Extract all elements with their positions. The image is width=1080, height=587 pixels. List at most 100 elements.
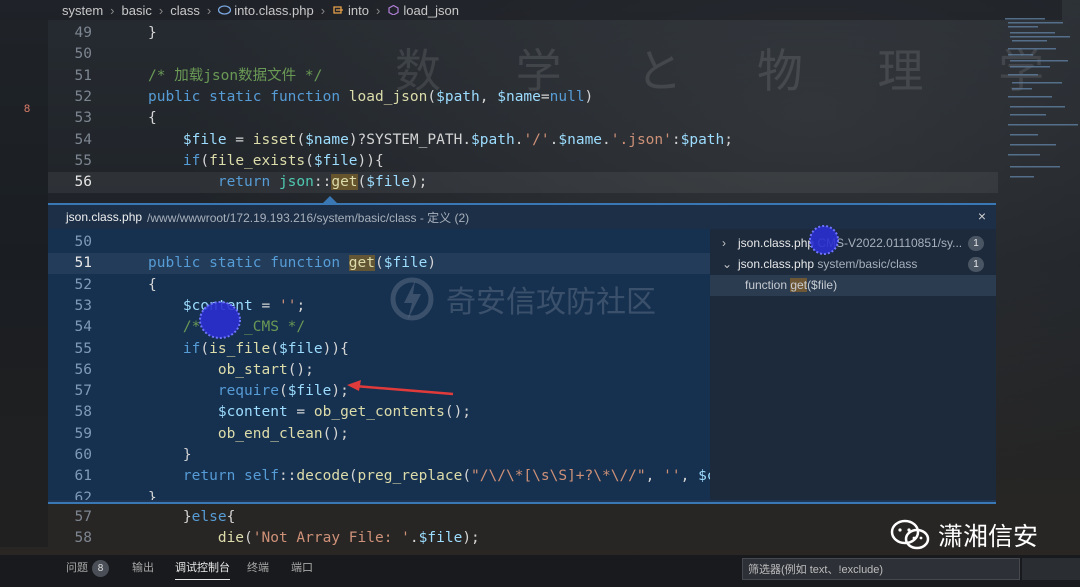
code-text: $file = isset($name)?SYSTEM_PATH.$path.'… — [148, 130, 733, 151]
code-line[interactable]: 54 /* _CMS */ — [48, 317, 710, 338]
code-line[interactable]: 56 return json::get($file); — [48, 172, 998, 194]
reference-file-1[interactable]: › json.class.php CMS-V2022.01110851/sy..… — [710, 233, 996, 254]
peek-filename[interactable]: json.class.php — [66, 210, 142, 224]
chevron-right-icon: › — [110, 2, 115, 18]
code-line[interactable]: 53 { — [48, 108, 998, 129]
code-token: , — [680, 468, 699, 485]
code-token: ( — [375, 255, 384, 272]
code-token: :: — [313, 174, 332, 191]
line-number: 52 — [74, 276, 92, 293]
redaction-blob — [809, 225, 839, 255]
code-token: isset — [252, 131, 297, 148]
breadcrumb-basic[interactable]: basic — [122, 3, 152, 18]
code-token: { — [148, 110, 157, 127]
code-token: = — [540, 88, 550, 105]
code-line[interactable]: 61 return self::decode(preg_replace("/\/… — [48, 466, 710, 487]
reference-line-selected[interactable]: function get($file) — [710, 275, 996, 296]
code-token: , — [645, 468, 664, 485]
breadcrumb-class[interactable]: class — [170, 3, 200, 18]
wechat-icon — [890, 519, 930, 550]
code-text: { — [148, 108, 157, 129]
code-token: , — [479, 88, 498, 105]
code-line[interactable]: 58 $content = ob_get_contents(); — [48, 402, 710, 423]
code-token: '/' — [523, 131, 550, 148]
code-text: ob_end_clean(); — [148, 424, 349, 445]
code-token: . — [602, 131, 611, 148]
code-token: $file — [383, 255, 428, 272]
code-token: $name — [558, 131, 603, 148]
code-line[interactable]: 50 — [48, 232, 710, 253]
tab-ports[interactable]: 端口 — [291, 555, 313, 585]
code-line[interactable]: 55 if(is_file($file)){ — [48, 339, 710, 360]
close-icon[interactable]: × — [978, 208, 986, 224]
code-token: ); — [409, 174, 428, 191]
code-token: require — [217, 383, 279, 400]
code-line[interactable]: 52 public static function load_json($path… — [48, 87, 998, 108]
code-line[interactable]: 58 die('Not Array File: '.$file); — [48, 528, 998, 549]
filter-options[interactable] — [1022, 558, 1080, 580]
line-number: 61 — [74, 468, 92, 485]
panel-tab-bar: 问题 8 输出 调试控制台 终端 端口 筛选器(例如 text、!exclude) — [0, 555, 1080, 587]
tab-debug-console[interactable]: 调试控制台 — [175, 555, 230, 580]
code-line[interactable]: 59 ob_end_clean(); — [48, 424, 710, 445]
code-token: is_file — [209, 340, 271, 357]
breadcrumb-method-symbol[interactable]: load_json — [387, 3, 459, 18]
code-text: { — [148, 275, 157, 296]
code-line[interactable]: 52 { — [48, 275, 710, 296]
code-line[interactable]: 62} — [48, 488, 710, 500]
peek-code[interactable]: 奇安信攻防社区 50 51 public static function get($… — [48, 229, 710, 500]
code-token: $path — [471, 131, 515, 148]
breadcrumb-file[interactable]: into.class.php — [218, 3, 314, 18]
code-token: } — [148, 489, 157, 500]
chevron-down-icon: ⌄ — [722, 257, 733, 271]
chevron-right-icon: › — [376, 2, 381, 18]
peek-references-list: › json.class.php CMS-V2022.01110851/sy..… — [710, 229, 996, 500]
tab-problems[interactable]: 问题 8 — [66, 555, 109, 585]
code-token: if — [182, 340, 201, 357]
breadcrumb-class-symbol[interactable]: into — [332, 3, 369, 18]
reference-count: 1 — [968, 257, 984, 272]
code-token: ( — [348, 468, 358, 485]
code-line[interactable]: 49} — [48, 23, 998, 44]
code-line[interactable]: 60 } — [48, 445, 710, 466]
code-token: : — [671, 131, 681, 148]
line-number: 54 — [74, 319, 92, 336]
code-token: { — [226, 509, 236, 525]
code-token: ( — [200, 152, 210, 169]
tab-terminal[interactable]: 终端 — [247, 555, 269, 585]
code-token: { — [148, 276, 157, 293]
code-line[interactable]: 51 /* 加载json数据文件 */ — [48, 66, 998, 87]
line-number: 53 — [74, 297, 92, 314]
code-token: $file — [182, 131, 227, 148]
code-token: get — [331, 174, 358, 191]
tab-output[interactable]: 输出 — [132, 555, 154, 585]
code-line[interactable]: 53 $content = ''; — [48, 296, 710, 317]
code-token: "/\/\*[\s\S]+?\*\//" — [471, 468, 646, 485]
peek-header: json.class.php /www/wwwroot/172.19.193.2… — [48, 205, 996, 229]
reference-file-2[interactable]: ⌄ json.class.php system/basic/class 1 — [710, 254, 996, 275]
code-token: (); — [287, 361, 314, 378]
code-text: } — [148, 23, 157, 44]
code-token: file_exists — [209, 152, 306, 169]
code-line[interactable]: 55 if(file_exists($file)){ — [48, 151, 998, 172]
code-line[interactable]: 57 }else{ — [48, 507, 998, 528]
code-token: return — [217, 174, 279, 191]
line-number: 55 — [74, 340, 92, 357]
code-token: $file — [278, 340, 323, 357]
minimap[interactable] — [1000, 10, 1080, 190]
code-token: ob_start — [217, 361, 288, 378]
code-line[interactable]: 51 public static function get($file) — [48, 253, 710, 275]
line-number: 60 — [74, 447, 92, 463]
code-token: :: — [278, 468, 297, 485]
code-token: $name — [497, 88, 541, 105]
code-line[interactable]: 50 — [48, 44, 998, 65]
filter-input[interactable]: 筛选器(例如 text、!exclude) — [742, 558, 1020, 580]
reference-line-match: get — [790, 278, 808, 292]
code-line[interactable]: 54 $file = isset($name)?SYSTEM_PATH.$pat… — [48, 130, 998, 151]
breadcrumb-system[interactable]: system — [62, 3, 103, 18]
line-number: 55 — [74, 152, 92, 169]
line-number: 56 — [74, 174, 92, 191]
